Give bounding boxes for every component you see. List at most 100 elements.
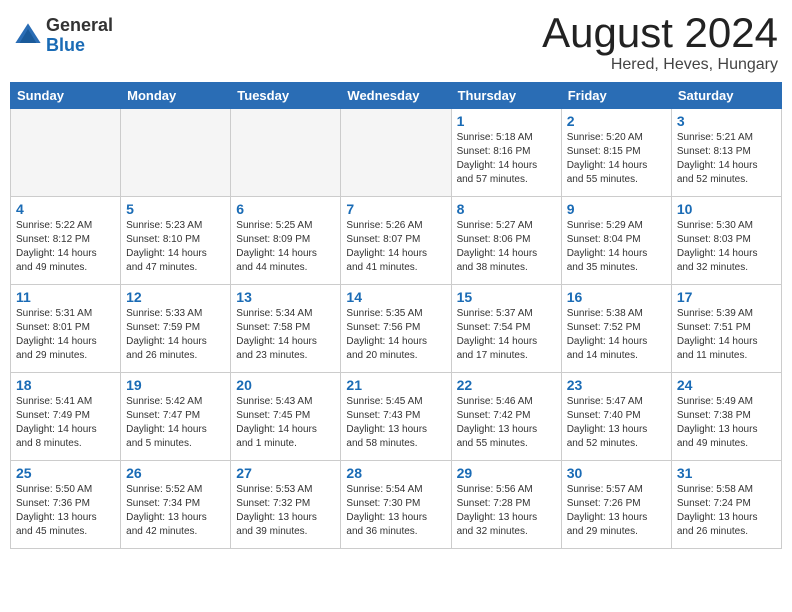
day-info: Sunrise: 5:45 AMSunset: 7:43 PMDaylight:… (346, 395, 445, 451)
day-cell-26: 26Sunrise: 5:52 AMSunset: 7:34 PMDayligh… (121, 461, 231, 549)
day-info: Sunrise: 5:54 AMSunset: 7:30 PMDaylight:… (346, 483, 445, 539)
day-number: 14 (346, 289, 445, 305)
day-info: Sunrise: 5:33 AMSunset: 7:59 PMDaylight:… (126, 307, 225, 363)
day-cell-13: 13Sunrise: 5:34 AMSunset: 7:58 PMDayligh… (231, 285, 341, 373)
day-info: Sunrise: 5:46 AMSunset: 7:42 PMDaylight:… (457, 395, 556, 451)
day-cell-2: 2 Sunrise: 5:20 AMSunset: 8:15 PMDaylight… (561, 109, 671, 197)
day-number: 31 (677, 465, 776, 481)
day-cell-6: 6Sunrise: 5:25 AMSunset: 8:09 PMDaylight… (231, 197, 341, 285)
day-number: 9 (567, 201, 666, 217)
day-number: 21 (346, 377, 445, 393)
day-cell-23: 23 Sunrise: 5:47 AMSunset: 7:40 PMDayligh… (561, 373, 671, 461)
day-info: Sunrise: 5:49 AMSunset: 7:38 PMDaylight:… (677, 395, 776, 451)
day-number: 4 (16, 201, 115, 217)
day-info: Sunrise: 5:47 AMSunset: 7:40 PMDaylight:… (567, 395, 666, 451)
day-info: Sunrise: 5:41 AMSunset: 7:49 PMDaylight:… (16, 395, 115, 451)
day-info: Sunrise: 5:53 AMSunset: 7:32 PMDaylight:… (236, 483, 335, 539)
day-info: Sunrise: 5:22 AMSunset: 8:12 PMDaylight:… (16, 219, 115, 275)
logo-text: General Blue (46, 16, 113, 56)
weekday-header-saturday: Saturday (671, 83, 781, 109)
week-row-1: 1 Sunrise: 5:18 AMSunset: 8:16 PMDaylight… (11, 109, 782, 197)
weekday-header-tuesday: Tuesday (231, 83, 341, 109)
day-cell-31: 31 Sunrise: 5:58 AMSunset: 7:24 PMDayligh… (671, 461, 781, 549)
day-number: 17 (677, 289, 776, 305)
day-info: Sunrise: 5:43 AMSunset: 7:45 PMDaylight:… (236, 395, 335, 451)
day-number: 15 (457, 289, 556, 305)
day-info: Sunrise: 5:50 AMSunset: 7:36 PMDaylight:… (16, 483, 115, 539)
day-info: Sunrise: 5:35 AMSunset: 7:56 PMDaylight:… (346, 307, 445, 363)
day-info: Sunrise: 5:29 AMSunset: 8:04 PMDaylight:… (567, 219, 666, 275)
day-cell-16: 16 Sunrise: 5:38 AMSunset: 7:52 PMDayligh… (561, 285, 671, 373)
day-info: Sunrise: 5:27 AMSunset: 8:06 PMDaylight:… (457, 219, 556, 275)
day-cell-1: 1 Sunrise: 5:18 AMSunset: 8:16 PMDaylight… (451, 109, 561, 197)
day-number: 25 (16, 465, 115, 481)
empty-cell (231, 109, 341, 197)
day-info: Sunrise: 5:42 AMSunset: 7:47 PMDaylight:… (126, 395, 225, 451)
weekday-header-row: SundayMondayTuesdayWednesdayThursdayFrid… (11, 83, 782, 109)
day-cell-9: 9 Sunrise: 5:29 AMSunset: 8:04 PMDaylight… (561, 197, 671, 285)
weekday-header-sunday: Sunday (11, 83, 121, 109)
day-cell-10: 10 Sunrise: 5:30 AMSunset: 8:03 PMDayligh… (671, 197, 781, 285)
day-info: Sunrise: 5:18 AMSunset: 8:16 PMDaylight:… (457, 131, 556, 187)
day-cell-8: 8 Sunrise: 5:27 AMSunset: 8:06 PMDaylight… (451, 197, 561, 285)
day-number: 13 (236, 289, 335, 305)
day-number: 28 (346, 465, 445, 481)
day-number: 23 (567, 377, 666, 393)
title-area: August 2024 Hered, Heves, Hungary (542, 10, 778, 74)
location-title: Hered, Heves, Hungary (542, 56, 778, 74)
day-cell-14: 14 Sunrise: 5:35 AMSunset: 7:56 PMDayligh… (341, 285, 451, 373)
weekday-header-friday: Friday (561, 83, 671, 109)
day-cell-4: 4 Sunrise: 5:22 AMSunset: 8:12 PMDaylight… (11, 197, 121, 285)
week-row-3: 11Sunrise: 5:31 AMSunset: 8:01 PMDayligh… (11, 285, 782, 373)
day-cell-30: 30 Sunrise: 5:57 AMSunset: 7:26 PMDayligh… (561, 461, 671, 549)
day-number: 11 (16, 289, 115, 305)
day-number: 19 (126, 377, 225, 393)
day-info: Sunrise: 5:30 AMSunset: 8:03 PMDaylight:… (677, 219, 776, 275)
day-number: 27 (236, 465, 335, 481)
empty-cell (341, 109, 451, 197)
weekday-header-monday: Monday (121, 83, 231, 109)
day-info: Sunrise: 5:57 AMSunset: 7:26 PMDaylight:… (567, 483, 666, 539)
day-cell-7: 7Sunrise: 5:26 AMSunset: 8:07 PMDaylight… (341, 197, 451, 285)
day-cell-15: 15Sunrise: 5:37 AMSunset: 7:54 PMDayligh… (451, 285, 561, 373)
day-cell-5: 5Sunrise: 5:23 AMSunset: 8:10 PMDaylight… (121, 197, 231, 285)
header: General Blue August 2024 Hered, Heves, H… (10, 10, 782, 74)
logo: General Blue (14, 16, 113, 56)
day-cell-19: 19 Sunrise: 5:42 AMSunset: 7:47 PMDayligh… (121, 373, 231, 461)
day-info: Sunrise: 5:58 AMSunset: 7:24 PMDaylight:… (677, 483, 776, 539)
day-number: 10 (677, 201, 776, 217)
week-row-5: 25 Sunrise: 5:50 AMSunset: 7:36 PMDayligh… (11, 461, 782, 549)
day-number: 24 (677, 377, 776, 393)
day-number: 1 (457, 113, 556, 129)
day-cell-3: 3 Sunrise: 5:21 AMSunset: 8:13 PMDaylight… (671, 109, 781, 197)
day-info: Sunrise: 5:26 AMSunset: 8:07 PMDaylight:… (346, 219, 445, 275)
day-number: 8 (457, 201, 556, 217)
day-info: Sunrise: 5:38 AMSunset: 7:52 PMDaylight:… (567, 307, 666, 363)
day-number: 16 (567, 289, 666, 305)
day-cell-17: 17 Sunrise: 5:39 AMSunset: 7:51 PMDayligh… (671, 285, 781, 373)
empty-cell (121, 109, 231, 197)
day-cell-24: 24 Sunrise: 5:49 AMSunset: 7:38 PMDayligh… (671, 373, 781, 461)
weekday-header-thursday: Thursday (451, 83, 561, 109)
day-number: 18 (16, 377, 115, 393)
empty-cell (11, 109, 121, 197)
day-number: 30 (567, 465, 666, 481)
logo-blue-text: Blue (46, 36, 113, 56)
day-number: 3 (677, 113, 776, 129)
day-number: 20 (236, 377, 335, 393)
day-number: 2 (567, 113, 666, 129)
weekday-header-wednesday: Wednesday (341, 83, 451, 109)
day-cell-12: 12 Sunrise: 5:33 AMSunset: 7:59 PMDayligh… (121, 285, 231, 373)
day-info: Sunrise: 5:21 AMSunset: 8:13 PMDaylight:… (677, 131, 776, 187)
day-info: Sunrise: 5:20 AMSunset: 8:15 PMDaylight:… (567, 131, 666, 187)
day-number: 12 (126, 289, 225, 305)
day-number: 22 (457, 377, 556, 393)
day-cell-28: 28 Sunrise: 5:54 AMSunset: 7:30 PMDayligh… (341, 461, 451, 549)
day-cell-18: 18 Sunrise: 5:41 AMSunset: 7:49 PMDayligh… (11, 373, 121, 461)
day-info: Sunrise: 5:39 AMSunset: 7:51 PMDaylight:… (677, 307, 776, 363)
day-cell-20: 20 Sunrise: 5:43 AMSunset: 7:45 PMDayligh… (231, 373, 341, 461)
day-cell-21: 21 Sunrise: 5:45 AMSunset: 7:43 PMDayligh… (341, 373, 451, 461)
calendar-table: SundayMondayTuesdayWednesdayThursdayFrid… (10, 82, 782, 549)
month-title: August 2024 (542, 10, 778, 56)
day-info: Sunrise: 5:23 AMSunset: 8:10 PMDaylight:… (126, 219, 225, 275)
